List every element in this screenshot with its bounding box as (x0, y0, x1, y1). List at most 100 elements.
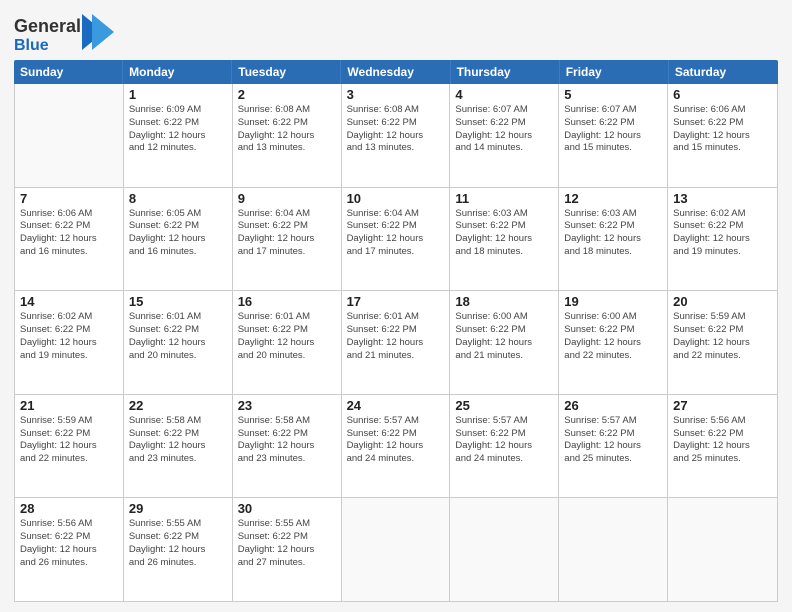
day-number: 24 (347, 398, 445, 413)
cell-info: Sunrise: 5:59 AM Sunset: 6:22 PM Dayligh… (20, 415, 118, 466)
svg-text:Blue: Blue (14, 37, 49, 54)
day-number: 7 (20, 191, 118, 206)
day-number: 10 (347, 191, 445, 206)
calendar-cell: 20Sunrise: 5:59 AM Sunset: 6:22 PM Dayli… (668, 291, 777, 394)
cell-info: Sunrise: 6:07 AM Sunset: 6:22 PM Dayligh… (455, 104, 553, 155)
cell-info: Sunrise: 6:01 AM Sunset: 6:22 PM Dayligh… (129, 311, 227, 362)
calendar-cell: 6 Sunrise: 6:06 AM Sunset: 6:22 PM Daylig… (668, 84, 777, 187)
day-number: 12 (564, 191, 662, 206)
day-number: 17 (347, 294, 445, 309)
calendar-body: 1 Sunrise: 6:09 AM Sunset: 6:22 PM Daylig… (14, 84, 778, 602)
calendar-cell: 11Sunrise: 6:03 AM Sunset: 6:22 PM Dayli… (450, 188, 559, 291)
day-number: 28 (20, 501, 118, 516)
day-number: 22 (129, 398, 227, 413)
day-number: 14 (20, 294, 118, 309)
calendar-cell (342, 498, 451, 601)
cell-info: Sunrise: 6:06 AM Sunset: 6:22 PM Dayligh… (20, 208, 118, 259)
header-day: Monday (123, 60, 232, 84)
cell-info: Sunrise: 5:55 AM Sunset: 6:22 PM Dayligh… (238, 518, 336, 569)
day-number: 21 (20, 398, 118, 413)
calendar-cell (668, 498, 777, 601)
cell-info: Sunrise: 6:04 AM Sunset: 6:22 PM Dayligh… (347, 208, 445, 259)
header: General Blue (14, 10, 778, 54)
day-number: 2 (238, 87, 336, 102)
calendar-cell: 23 Sunrise: 5:58 AM Sunset: 6:22 PM Dayli… (233, 395, 342, 498)
day-number: 16 (238, 294, 336, 309)
calendar-cell: 2Sunrise: 6:08 AM Sunset: 6:22 PM Daylig… (233, 84, 342, 187)
calendar-cell: 7 Sunrise: 6:06 AM Sunset: 6:22 PM Daylig… (15, 188, 124, 291)
logo-svg: General Blue (14, 10, 124, 54)
cell-info: Sunrise: 6:02 AM Sunset: 6:22 PM Dayligh… (673, 208, 772, 259)
day-number: 9 (238, 191, 336, 206)
calendar-cell: 19Sunrise: 6:00 AM Sunset: 6:22 PM Dayli… (559, 291, 668, 394)
day-number: 1 (129, 87, 227, 102)
calendar-cell: 27 Sunrise: 5:56 AM Sunset: 6:22 PM Dayli… (668, 395, 777, 498)
calendar-cell: 9 Sunrise: 6:04 AM Sunset: 6:22 PM Daylig… (233, 188, 342, 291)
calendar-cell (15, 84, 124, 187)
calendar-cell: 17 Sunrise: 6:01 AM Sunset: 6:22 PM Dayli… (342, 291, 451, 394)
calendar-cell: 3 Sunrise: 6:08 AM Sunset: 6:22 PM Daylig… (342, 84, 451, 187)
day-number: 23 (238, 398, 336, 413)
cell-info: Sunrise: 6:06 AM Sunset: 6:22 PM Dayligh… (673, 104, 772, 155)
logo: General Blue (14, 10, 124, 54)
cell-info: Sunrise: 5:57 AM Sunset: 6:22 PM Dayligh… (347, 415, 445, 466)
header-day: Friday (560, 60, 669, 84)
cell-info: Sunrise: 6:08 AM Sunset: 6:22 PM Dayligh… (347, 104, 445, 155)
cell-info: Sunrise: 6:09 AM Sunset: 6:22 PM Dayligh… (129, 104, 227, 155)
cell-info: Sunrise: 6:01 AM Sunset: 6:22 PM Dayligh… (238, 311, 336, 362)
calendar-row: 1 Sunrise: 6:09 AM Sunset: 6:22 PM Daylig… (15, 84, 777, 188)
day-number: 6 (673, 87, 772, 102)
day-number: 27 (673, 398, 772, 413)
header-day: Wednesday (341, 60, 450, 84)
day-number: 15 (129, 294, 227, 309)
calendar-cell (450, 498, 559, 601)
cell-info: Sunrise: 5:57 AM Sunset: 6:22 PM Dayligh… (455, 415, 553, 466)
calendar-cell: 30 Sunrise: 5:55 AM Sunset: 6:22 PM Dayli… (233, 498, 342, 601)
cell-info: Sunrise: 5:56 AM Sunset: 6:22 PM Dayligh… (20, 518, 118, 569)
cell-info: Sunrise: 5:59 AM Sunset: 6:22 PM Dayligh… (673, 311, 772, 362)
calendar-cell: 14 Sunrise: 6:02 AM Sunset: 6:22 PM Dayli… (15, 291, 124, 394)
calendar-cell: 12 Sunrise: 6:03 AM Sunset: 6:22 PM Dayli… (559, 188, 668, 291)
cell-info: Sunrise: 5:57 AM Sunset: 6:22 PM Dayligh… (564, 415, 662, 466)
calendar-cell: 16 Sunrise: 6:01 AM Sunset: 6:22 PM Dayli… (233, 291, 342, 394)
calendar-cell: 25 Sunrise: 5:57 AM Sunset: 6:22 PM Dayli… (450, 395, 559, 498)
header-day: Thursday (451, 60, 560, 84)
cell-info: Sunrise: 6:02 AM Sunset: 6:22 PM Dayligh… (20, 311, 118, 362)
calendar-cell: 22Sunrise: 5:58 AM Sunset: 6:22 PM Dayli… (124, 395, 233, 498)
day-number: 3 (347, 87, 445, 102)
day-number: 13 (673, 191, 772, 206)
cell-info: Sunrise: 6:00 AM Sunset: 6:22 PM Dayligh… (564, 311, 662, 362)
calendar-cell: 1 Sunrise: 6:09 AM Sunset: 6:22 PM Daylig… (124, 84, 233, 187)
cell-info: Sunrise: 5:58 AM Sunset: 6:22 PM Dayligh… (238, 415, 336, 466)
cell-info: Sunrise: 6:04 AM Sunset: 6:22 PM Dayligh… (238, 208, 336, 259)
day-number: 25 (455, 398, 553, 413)
calendar-cell: 5Sunrise: 6:07 AM Sunset: 6:22 PM Daylig… (559, 84, 668, 187)
cell-info: Sunrise: 6:00 AM Sunset: 6:22 PM Dayligh… (455, 311, 553, 362)
cell-info: Sunrise: 6:01 AM Sunset: 6:22 PM Dayligh… (347, 311, 445, 362)
day-number: 29 (129, 501, 227, 516)
cell-info: Sunrise: 6:03 AM Sunset: 6:22 PM Dayligh… (564, 208, 662, 259)
page: General Blue SundayMondayTuesdayWednesda… (0, 0, 792, 612)
cell-info: Sunrise: 5:56 AM Sunset: 6:22 PM Dayligh… (673, 415, 772, 466)
cell-info: Sunrise: 6:07 AM Sunset: 6:22 PM Dayligh… (564, 104, 662, 155)
svg-text:General: General (14, 16, 81, 36)
header-day: Saturday (669, 60, 778, 84)
calendar: SundayMondayTuesdayWednesdayThursdayFrid… (14, 60, 778, 602)
calendar-cell: 29 Sunrise: 5:55 AM Sunset: 6:22 PM Dayli… (124, 498, 233, 601)
calendar-cell: 18 Sunrise: 6:00 AM Sunset: 6:22 PM Dayli… (450, 291, 559, 394)
day-number: 8 (129, 191, 227, 206)
calendar-row: 7 Sunrise: 6:06 AM Sunset: 6:22 PM Daylig… (15, 188, 777, 292)
calendar-cell: 26Sunrise: 5:57 AM Sunset: 6:22 PM Dayli… (559, 395, 668, 498)
day-number: 4 (455, 87, 553, 102)
day-number: 11 (455, 191, 553, 206)
header-day: Sunday (14, 60, 123, 84)
day-number: 18 (455, 294, 553, 309)
day-number: 30 (238, 501, 336, 516)
cell-info: Sunrise: 5:55 AM Sunset: 6:22 PM Dayligh… (129, 518, 227, 569)
calendar-header: SundayMondayTuesdayWednesdayThursdayFrid… (14, 60, 778, 84)
calendar-row: 21 Sunrise: 5:59 AM Sunset: 6:22 PM Dayli… (15, 395, 777, 499)
logo-image: General Blue (14, 10, 124, 54)
header-day: Tuesday (232, 60, 341, 84)
calendar-row: 14 Sunrise: 6:02 AM Sunset: 6:22 PM Dayli… (15, 291, 777, 395)
calendar-cell: 15 Sunrise: 6:01 AM Sunset: 6:22 PM Dayli… (124, 291, 233, 394)
